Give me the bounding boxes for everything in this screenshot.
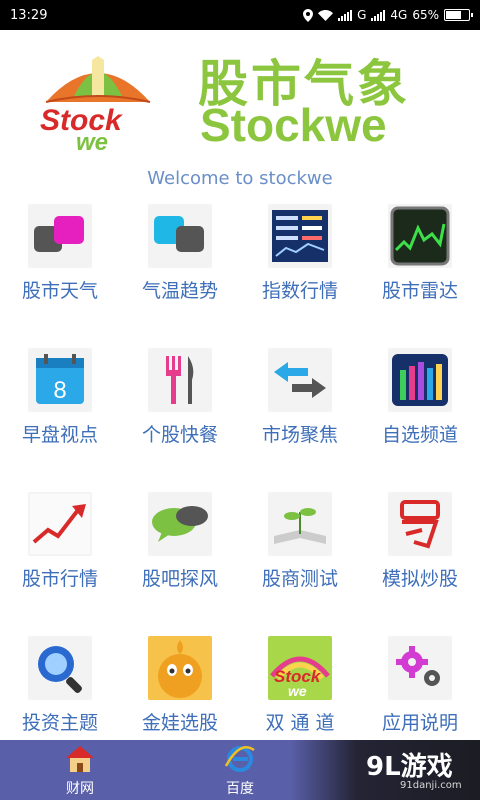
- home-icon: [66, 746, 94, 772]
- grid-item-index-quote[interactable]: 指数行情: [240, 198, 360, 342]
- brand-title-en: Stockwe: [200, 99, 387, 151]
- signal-icon: [338, 9, 353, 21]
- nav-label: 财网: [66, 781, 94, 797]
- nav-label: 百度: [226, 781, 254, 797]
- grid-item-label: 市场聚焦: [261, 424, 338, 446]
- radar-icon: [388, 204, 452, 268]
- grid-item-temperature-trend[interactable]: 气温趋势: [120, 198, 240, 342]
- status-bar: 13:29 G 4G 65%: [0, 0, 480, 30]
- grid-item-label: 双 通 道: [265, 712, 335, 734]
- stockwe-logo: Stock we: [40, 56, 151, 154]
- svg-text:we: we: [76, 129, 108, 154]
- stamp-icon: [388, 492, 452, 556]
- calendar-icon: 8: [28, 348, 92, 412]
- location-icon: [303, 8, 314, 22]
- chat-bubbles-icon: [148, 492, 212, 556]
- grid-item-stock-snack[interactable]: 个股快餐: [120, 342, 240, 486]
- battery-percent: 65%: [412, 8, 439, 22]
- magnifier-icon: [28, 636, 92, 700]
- grid-item-stock-weather[interactable]: 股市天气: [0, 198, 120, 342]
- fork-knife-icon: [148, 348, 212, 412]
- nav-item-caiwang[interactable]: 财网: [40, 740, 120, 800]
- svg-text:8: 8: [53, 377, 66, 404]
- ie-icon: [224, 746, 255, 772]
- temperature-trend-icon: [148, 204, 212, 268]
- watermark-url: 91danji.com: [400, 780, 462, 791]
- grid-item-label: 个股快餐: [141, 424, 218, 446]
- grid-item-label: 早盘视点: [21, 424, 98, 446]
- grid-item-label: 股吧探风: [141, 568, 218, 590]
- watermark-title: 9L游戏: [366, 752, 453, 782]
- battery-icon: [444, 9, 473, 21]
- grid-item-watchlist[interactable]: 自选频道: [360, 342, 480, 486]
- status-icons: G 4G 65%: [303, 8, 473, 22]
- trend-arrow-icon: [28, 492, 92, 556]
- grid-item-label: 气温趋势: [141, 280, 218, 302]
- grid-item-label: 股商测试: [261, 568, 338, 590]
- nav-item-baidu[interactable]: 百度: [200, 740, 280, 800]
- mascot-icon: [148, 636, 212, 700]
- gears-icon: [388, 636, 452, 700]
- grid-item-label: 模拟炒股: [381, 568, 458, 590]
- grid-item-simulated-trading[interactable]: 模拟炒股: [360, 486, 480, 630]
- status-time: 13:29: [10, 7, 48, 23]
- book-plant-icon: [268, 492, 332, 556]
- network-type: G: [357, 8, 367, 22]
- index-quote-icon: [268, 204, 332, 268]
- grid-item-label: 股市天气: [21, 280, 98, 302]
- feature-grid: 股市天气 气温趋势 指数行情 股市雷达 8 早盘视点 个股快餐 市场聚焦 自选频…: [0, 198, 480, 740]
- grid-item-stock-radar[interactable]: 股市雷达: [360, 198, 480, 342]
- welcome-text: Welcome to stockwe: [147, 168, 333, 189]
- grid-item-label: 自选频道: [381, 424, 458, 446]
- grid-item-morning-view[interactable]: 8 早盘视点: [0, 342, 120, 486]
- grid-item-label: 金娃选股: [141, 712, 218, 734]
- bars-icon: [388, 348, 452, 412]
- grid-item-label: 应用说明: [381, 712, 458, 734]
- wifi-icon: [318, 9, 334, 21]
- grid-item-market-focus[interactable]: 市场聚焦: [240, 342, 360, 486]
- grid-item-label: 股市雷达: [381, 280, 458, 302]
- grid-item-stock-forum[interactable]: 股吧探风: [120, 486, 240, 630]
- network-type-2: 4G: [390, 8, 408, 22]
- app-header: Stock we 股市气象 Stockwe: [0, 30, 480, 162]
- grid-item-label: 指数行情: [261, 280, 338, 302]
- grid-item-label: 投资主题: [21, 712, 98, 734]
- watermark: 9L游戏 91danji.com: [290, 740, 480, 800]
- weather-icon: [28, 204, 92, 268]
- grid-item-label: 股市行情: [21, 568, 98, 590]
- rainbow-logo-icon: Stock we: [268, 636, 332, 700]
- grid-item-stock-quotes[interactable]: 股市行情: [0, 486, 120, 630]
- grid-item-stock-test[interactable]: 股商测试: [240, 486, 360, 630]
- arrows-icon: [268, 348, 332, 412]
- signal-icon-2: [371, 9, 386, 21]
- svg-text:we: we: [288, 683, 307, 699]
